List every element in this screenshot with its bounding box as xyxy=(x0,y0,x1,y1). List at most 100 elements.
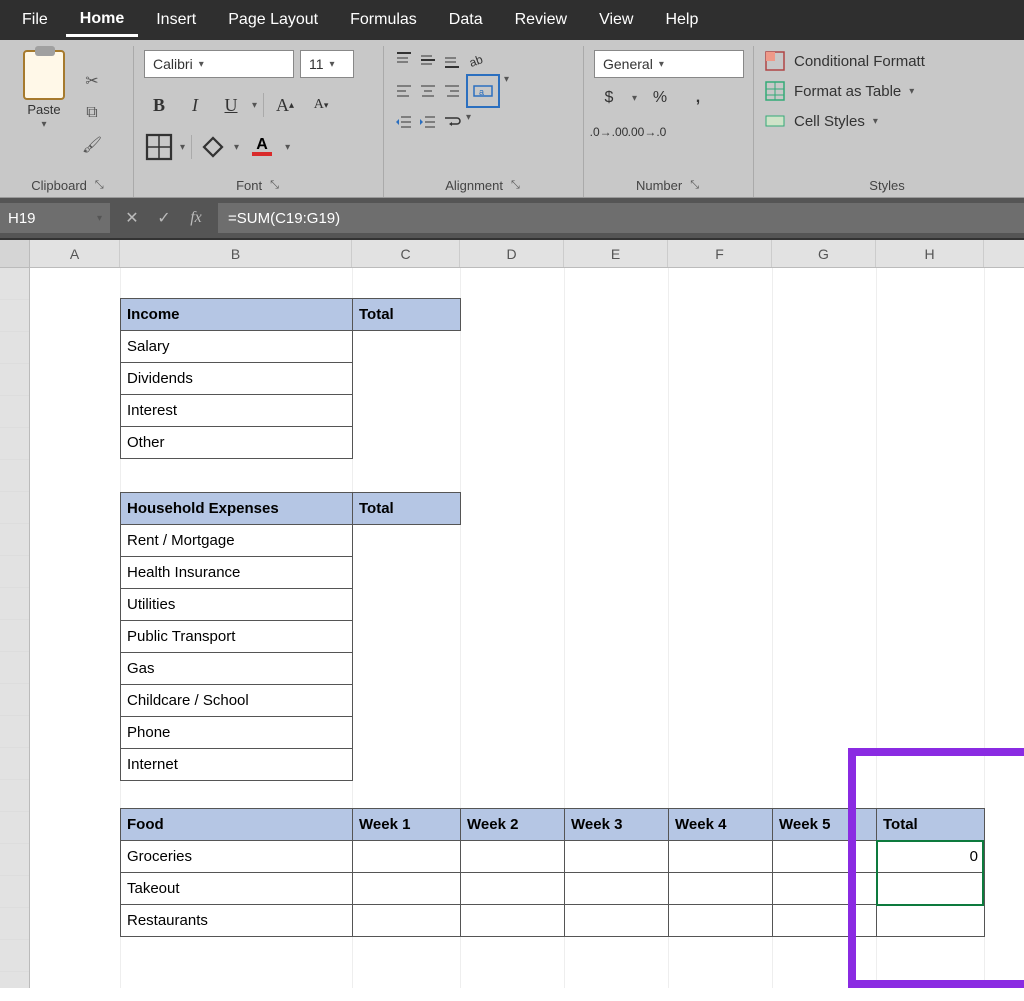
clipboard-dialog-launcher[interactable]: ⤡ xyxy=(93,179,106,192)
font-color-button[interactable]: A xyxy=(245,132,279,162)
accept-formula-icon[interactable]: ✓ xyxy=(152,206,176,230)
cell[interactable] xyxy=(461,905,565,937)
align-left-icon[interactable] xyxy=(394,74,414,108)
cancel-formula-icon[interactable]: ✕ xyxy=(120,206,144,230)
currency-button[interactable]: $ xyxy=(594,84,624,112)
col-header-B[interactable]: B xyxy=(120,240,352,267)
household-table[interactable]: Household Expenses Total Rent / Mortgage… xyxy=(120,492,461,781)
col-header-G[interactable]: G xyxy=(772,240,876,267)
number-dialog-launcher[interactable]: ⤡ xyxy=(688,179,701,192)
cell-total[interactable] xyxy=(877,873,985,905)
row-header[interactable] xyxy=(0,364,29,396)
merge-center-button[interactable]: a xyxy=(466,74,500,108)
cells-area[interactable]: Income Total Salary Dividends Interest O… xyxy=(30,268,1024,988)
row-header[interactable] xyxy=(0,684,29,716)
col-header-H[interactable]: H xyxy=(876,240,984,267)
row-header[interactable] xyxy=(0,332,29,364)
menu-home[interactable]: Home xyxy=(66,4,138,37)
spreadsheet[interactable]: A B C D E F G H xyxy=(0,240,1024,988)
household-header[interactable]: Household Expenses xyxy=(121,493,353,525)
font-size-select[interactable]: 11 ▾ xyxy=(300,50,354,78)
cell[interactable] xyxy=(669,873,773,905)
income-header[interactable]: Income xyxy=(121,299,353,331)
decrease-indent-icon[interactable] xyxy=(394,112,414,132)
align-right-icon[interactable] xyxy=(442,74,462,108)
cell[interactable] xyxy=(353,873,461,905)
cell[interactable] xyxy=(565,905,669,937)
underline-button[interactable]: U xyxy=(216,90,246,120)
cell-total[interactable] xyxy=(877,905,985,937)
table-row[interactable]: Utilities xyxy=(121,589,353,621)
income-table[interactable]: Income Total Salary Dividends Interest O… xyxy=(120,298,461,459)
row-header[interactable] xyxy=(0,268,29,300)
cell[interactable] xyxy=(669,841,773,873)
row-header[interactable] xyxy=(0,460,29,492)
font-dialog-launcher[interactable]: ⤡ xyxy=(268,179,281,192)
align-center-icon[interactable] xyxy=(418,74,438,108)
table-row[interactable]: Interest xyxy=(121,395,353,427)
align-middle-icon[interactable] xyxy=(418,50,438,70)
table-row[interactable]: Rent / Mortgage xyxy=(121,525,353,557)
copy-icon[interactable]: ⧉ xyxy=(80,101,104,125)
row-header[interactable] xyxy=(0,908,29,940)
cell[interactable] xyxy=(461,873,565,905)
formula-input[interactable] xyxy=(218,203,1024,233)
menu-formulas[interactable]: Formulas xyxy=(336,5,431,35)
food-week4-header[interactable]: Week 4 xyxy=(669,809,773,841)
decrease-font-icon[interactable]: A▾ xyxy=(306,90,336,120)
row-header[interactable] xyxy=(0,748,29,780)
wrap-text-icon[interactable] xyxy=(442,112,462,132)
format-painter-icon[interactable]: 🖌 xyxy=(80,133,104,157)
cell[interactable] xyxy=(565,873,669,905)
decrease-decimal-icon[interactable]: .00→.0 xyxy=(632,118,662,146)
food-week2-header[interactable]: Week 2 xyxy=(461,809,565,841)
col-header-A[interactable]: A xyxy=(30,240,120,267)
row-header[interactable] xyxy=(0,620,29,652)
name-box[interactable]: H19 ▾ xyxy=(0,203,110,233)
cell-total[interactable]: 0 xyxy=(877,841,985,873)
table-row[interactable]: Phone xyxy=(121,717,353,749)
cell[interactable] xyxy=(461,841,565,873)
row-header[interactable] xyxy=(0,428,29,460)
income-total-header[interactable]: Total xyxy=(353,299,461,331)
menu-file[interactable]: File xyxy=(8,5,62,35)
food-total-header[interactable]: Total xyxy=(877,809,985,841)
percent-button[interactable]: % xyxy=(645,84,675,112)
cut-icon[interactable]: ✂ xyxy=(80,69,104,93)
cell[interactable] xyxy=(565,841,669,873)
row-header[interactable] xyxy=(0,780,29,812)
table-row[interactable]: Internet xyxy=(121,749,353,781)
row-header[interactable] xyxy=(0,844,29,876)
format-as-table-button[interactable]: Format as Table ▾ xyxy=(764,80,1010,102)
col-header-F[interactable]: F xyxy=(668,240,772,267)
table-row[interactable]: Takeout xyxy=(121,873,353,905)
row-header[interactable] xyxy=(0,396,29,428)
table-row[interactable]: Health Insurance xyxy=(121,557,353,589)
food-header[interactable]: Food xyxy=(121,809,353,841)
align-bottom-icon[interactable] xyxy=(442,50,462,70)
number-format-select[interactable]: General ▾ xyxy=(594,50,744,78)
col-header-C[interactable]: C xyxy=(352,240,460,267)
font-name-select[interactable]: Calibri ▾ xyxy=(144,50,294,78)
menu-insert[interactable]: Insert xyxy=(142,5,210,35)
borders-button[interactable] xyxy=(144,132,174,162)
menu-data[interactable]: Data xyxy=(435,5,497,35)
food-week3-header[interactable]: Week 3 xyxy=(565,809,669,841)
food-week1-header[interactable]: Week 1 xyxy=(353,809,461,841)
table-row[interactable]: Childcare / School xyxy=(121,685,353,717)
row-header[interactable] xyxy=(0,492,29,524)
food-table[interactable]: Food Week 1 Week 2 Week 3 Week 4 Week 5 … xyxy=(120,808,985,937)
table-row[interactable]: Gas xyxy=(121,653,353,685)
row-header[interactable] xyxy=(0,876,29,908)
increase-font-icon[interactable]: A▴ xyxy=(270,90,300,120)
table-row[interactable]: Public Transport xyxy=(121,621,353,653)
menu-view[interactable]: View xyxy=(585,5,647,35)
cell[interactable] xyxy=(669,905,773,937)
row-header[interactable] xyxy=(0,652,29,684)
col-header-D[interactable]: D xyxy=(460,240,564,267)
col-header-E[interactable]: E xyxy=(564,240,668,267)
table-row[interactable]: Restaurants xyxy=(121,905,353,937)
household-total-header[interactable]: Total xyxy=(353,493,461,525)
cell[interactable] xyxy=(773,841,877,873)
italic-button[interactable]: I xyxy=(180,90,210,120)
